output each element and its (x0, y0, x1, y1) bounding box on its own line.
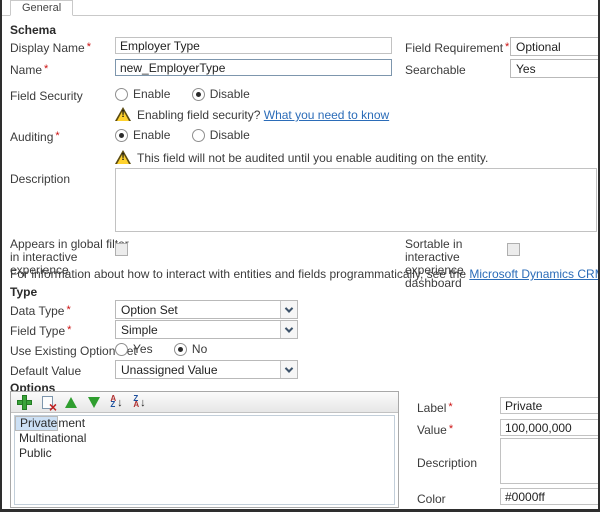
move-up-icon[interactable] (61, 394, 80, 411)
crm-sdk-link[interactable]: Microsoft Dynamics CRM SDK (469, 267, 600, 281)
option-color-label: Color (417, 492, 446, 506)
searchable-select[interactable]: Yes (510, 59, 600, 78)
radio-label: Yes (133, 342, 153, 356)
option-list-item[interactable]: Government (15, 416, 394, 431)
option-color-input[interactable] (500, 488, 600, 505)
description-label: Description (10, 172, 70, 186)
auditing-radio-group: Enable Disable (115, 128, 268, 142)
schema-section-heading: Schema (10, 23, 56, 37)
auditing-label: Auditing* (10, 130, 60, 144)
radio-label: Enable (133, 87, 170, 101)
description-textarea[interactable] (115, 168, 597, 232)
warning-icon (115, 107, 131, 121)
sortable-checkbox[interactable] (507, 243, 520, 256)
sort-ascending-icon[interactable] (107, 394, 126, 411)
option-list-item[interactable]: Private (15, 416, 58, 431)
searchable-label: Searchable (405, 63, 466, 77)
default-value-label: Default Value (10, 364, 81, 378)
required-marker: * (44, 63, 48, 75)
sortable-label: Sortable in interactive experience dashb… (405, 238, 517, 290)
field-security-disable-radio[interactable] (192, 88, 205, 101)
option-description-label: Description (417, 456, 477, 470)
required-marker: * (449, 423, 453, 435)
field-properties-window: General Schema Display Name* Field Requi… (0, 0, 600, 512)
field-security-warning: Enabling field security? What you need t… (115, 107, 389, 122)
use-existing-no-radio[interactable] (174, 343, 187, 356)
tab-general[interactable]: General (10, 0, 73, 16)
required-marker: * (66, 304, 70, 316)
data-type-select[interactable]: Option Set (115, 300, 298, 319)
add-option-icon[interactable] (15, 394, 34, 411)
field-requirement-select[interactable]: Optional (510, 37, 600, 56)
option-value-input[interactable] (500, 419, 600, 436)
auditing-warning: This field will not be audited until you… (115, 150, 488, 165)
option-label-input[interactable] (500, 397, 600, 414)
options-list: PrivateGovernmentMultinationalPublic (14, 415, 395, 505)
field-security-radio-group: Enable Disable (115, 87, 268, 101)
radio-label: Disable (210, 128, 250, 142)
option-label-label: Label* (417, 401, 453, 415)
auditing-enable-radio[interactable] (115, 129, 128, 142)
chevron-down-icon (280, 321, 297, 338)
option-list-item[interactable]: Public (15, 446, 394, 461)
auditing-disable-radio[interactable] (192, 129, 205, 142)
display-name-label: Display Name* (10, 41, 91, 55)
display-name-input[interactable] (115, 37, 392, 54)
warning-icon (115, 150, 131, 164)
option-description-textarea[interactable] (500, 438, 600, 484)
use-existing-yes-radio[interactable] (115, 343, 128, 356)
radio-label: Enable (133, 128, 170, 142)
field-security-label: Field Security (10, 89, 83, 103)
name-label: Name* (10, 63, 48, 77)
tab-strip-divider (2, 15, 598, 16)
use-existing-radio-group: Yes No (115, 342, 225, 356)
type-section-heading: Type (10, 285, 37, 299)
field-requirement-label: Field Requirement* (405, 41, 509, 55)
field-type-label: Field Type* (10, 324, 71, 338)
field-security-enable-radio[interactable] (115, 88, 128, 101)
required-marker: * (87, 41, 91, 53)
sdk-info-line: For information about how to interact wi… (10, 267, 600, 281)
default-value-select[interactable]: Unassigned Value (115, 360, 298, 379)
field-security-info-link[interactable]: What you need to know (264, 108, 389, 122)
sort-descending-icon[interactable] (130, 394, 149, 411)
global-filter-checkbox[interactable] (115, 243, 128, 256)
chevron-down-icon (280, 301, 297, 318)
move-down-icon[interactable] (84, 394, 103, 411)
options-list-box: PrivateGovernmentMultinationalPublic (10, 391, 399, 508)
delete-option-icon[interactable] (38, 394, 57, 411)
data-type-label: Data Type* (10, 304, 71, 318)
required-marker: * (505, 41, 509, 53)
options-toolbar (11, 392, 398, 413)
radio-label: No (192, 342, 207, 356)
required-marker: * (67, 324, 71, 336)
required-marker: * (448, 401, 452, 413)
required-marker: * (55, 130, 59, 142)
option-value-label: Value* (417, 423, 453, 437)
name-input[interactable] (115, 59, 392, 76)
option-list-item[interactable]: Multinational (15, 431, 394, 446)
radio-label: Disable (210, 87, 250, 101)
chevron-down-icon (280, 361, 297, 378)
field-type-select[interactable]: Simple (115, 320, 298, 339)
